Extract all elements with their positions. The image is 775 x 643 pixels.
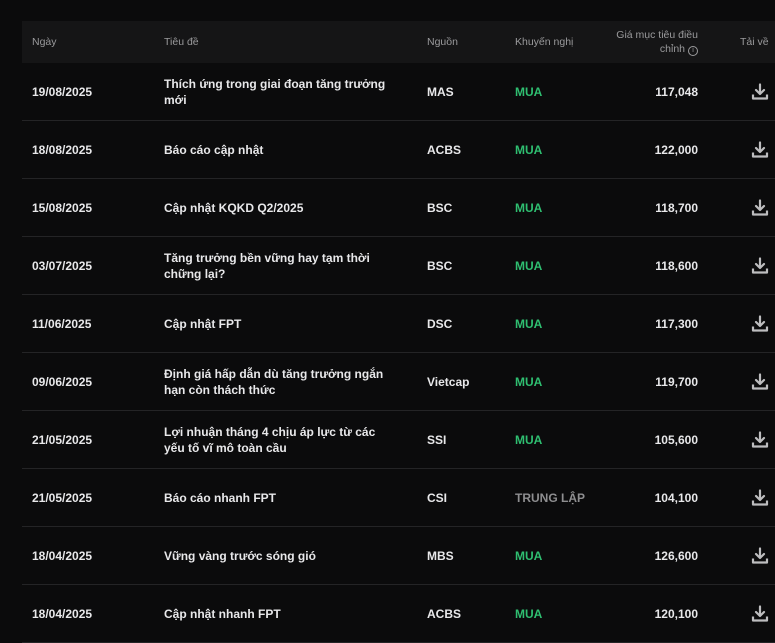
download-icon [751, 430, 769, 448]
recommendation-badge: MUA [515, 606, 543, 621]
download-icon [751, 546, 769, 564]
report-source: BSC [427, 200, 453, 215]
recommendation-badge: MUA [515, 432, 543, 447]
download-button[interactable] [750, 179, 770, 236]
download-button[interactable] [750, 527, 770, 584]
table-row[interactable]: 18/08/2025 Báo cáo cập nhật ACBS MUA 122… [22, 121, 775, 179]
table-row[interactable]: 03/07/2025 Tăng trưởng bền vững hay tạm … [22, 237, 775, 295]
download-button[interactable] [750, 469, 770, 526]
recommendation-badge: MUA [515, 200, 543, 215]
target-price: 105,600 [654, 432, 698, 447]
download-icon [751, 82, 769, 100]
report-source: MBS [427, 548, 454, 563]
report-date: 18/08/2025 [32, 142, 93, 157]
header-date[interactable]: Ngày [32, 21, 57, 63]
target-price: 126,600 [654, 548, 698, 563]
report-source: BSC [427, 258, 453, 273]
report-date: 03/07/2025 [32, 258, 93, 273]
table-row[interactable]: 18/04/2025 Vững vàng trước sóng gió MBS … [22, 527, 775, 585]
table-row[interactable]: 09/06/2025 Định giá hấp dẫn dù tăng trưở… [22, 353, 775, 411]
target-price: 118,600 [655, 258, 698, 273]
target-price: 122,000 [654, 142, 698, 157]
recommendation-badge: MUA [515, 84, 543, 99]
report-title[interactable]: Báo cáo nhanh FPT [164, 469, 399, 526]
target-price: 117,300 [655, 316, 698, 331]
recommendation-badge: MUA [515, 548, 543, 563]
target-price: 120,100 [654, 606, 698, 621]
table-header: Ngày Tiêu đề Nguồn Khuyến nghị Giá mục t… [22, 21, 775, 63]
header-target-price-line1: Giá mục tiêu điều [616, 29, 698, 41]
download-icon [751, 140, 769, 158]
report-source: ACBS [427, 606, 462, 621]
table-row[interactable]: 19/08/2025 Thích ứng trong giai đoạn tăn… [22, 63, 775, 121]
download-icon [751, 198, 769, 216]
download-button[interactable] [750, 295, 770, 352]
header-download: Tải về [740, 36, 769, 48]
report-title[interactable]: Tăng trưởng bền vững hay tạm thời chững … [164, 237, 399, 294]
research-reports-table: Ngày Tiêu đề Nguồn Khuyến nghị Giá mục t… [22, 21, 775, 643]
recommendation-badge: MUA [515, 374, 543, 389]
table-body: 19/08/2025 Thích ứng trong giai đoạn tăn… [22, 63, 775, 643]
report-source: CSI [427, 490, 448, 505]
target-price: 119,700 [655, 374, 698, 389]
report-date: 15/08/2025 [32, 200, 93, 215]
report-title[interactable]: Cập nhật KQKD Q2/2025 [164, 179, 399, 236]
header-title[interactable]: Tiêu đề [164, 21, 199, 63]
table-row[interactable]: 18/04/2025 Cập nhật nhanh FPT ACBS MUA 1… [22, 585, 775, 643]
download-button[interactable] [750, 585, 770, 642]
download-icon [751, 314, 769, 332]
report-date: 09/06/2025 [32, 374, 93, 389]
header-recommendation[interactable]: Khuyến nghị [515, 21, 573, 63]
report-title[interactable]: Thích ứng trong giai đoạn tăng trưởng mớ… [164, 63, 399, 120]
report-source: SSI [427, 432, 447, 447]
report-title[interactable]: Lợi nhuận tháng 4 chịu áp lực từ các yếu… [164, 411, 399, 468]
download-button[interactable] [750, 353, 770, 410]
table-row[interactable]: 21/05/2025 Báo cáo nhanh FPT CSI TRUNG L… [22, 469, 775, 527]
recommendation-badge: MUA [515, 316, 543, 331]
report-source: ACBS [427, 142, 462, 157]
table-row[interactable]: 11/06/2025 Cập nhật FPT DSC MUA 117,300 [22, 295, 775, 353]
table-row[interactable]: 15/08/2025 Cập nhật KQKD Q2/2025 BSC MUA… [22, 179, 775, 237]
report-title[interactable]: Cập nhật FPT [164, 295, 399, 352]
target-price: 118,700 [655, 200, 698, 215]
info-icon[interactable]: i [688, 46, 698, 56]
download-button[interactable] [750, 411, 770, 468]
header-source[interactable]: Nguồn [427, 21, 458, 63]
header-target-price-line2: chỉnh [659, 43, 685, 55]
table-row[interactable]: 21/05/2025 Lợi nhuận tháng 4 chịu áp lực… [22, 411, 775, 469]
report-date: 19/08/2025 [32, 84, 93, 99]
download-icon [751, 488, 769, 506]
download-icon [751, 372, 769, 390]
report-source: Vietcap [427, 374, 470, 389]
report-source: DSC [427, 316, 453, 331]
target-price: 117,048 [655, 84, 698, 99]
recommendation-badge: MUA [515, 258, 543, 273]
report-title[interactable]: Định giá hấp dẫn dù tăng trưởng ngắn hạn… [164, 353, 399, 410]
report-date: 11/06/2025 [32, 316, 92, 331]
report-title[interactable]: Báo cáo cập nhật [164, 121, 399, 178]
report-date: 18/04/2025 [32, 548, 93, 563]
report-title[interactable]: Vững vàng trước sóng gió [164, 527, 399, 584]
report-date: 21/05/2025 [32, 490, 93, 505]
target-price: 104,100 [654, 490, 698, 505]
recommendation-badge: TRUNG LẬP [515, 490, 585, 505]
download-button[interactable] [750, 121, 770, 178]
header-target-price[interactable]: Giá mục tiêu điều chỉnh i [582, 21, 698, 63]
report-date: 21/05/2025 [32, 432, 93, 447]
report-source: MAS [427, 84, 454, 99]
download-icon [751, 256, 769, 274]
recommendation-badge: MUA [515, 142, 543, 157]
download-button[interactable] [750, 237, 770, 294]
download-button[interactable] [750, 63, 770, 120]
report-title[interactable]: Cập nhật nhanh FPT [164, 585, 399, 642]
download-icon [751, 604, 769, 622]
report-date: 18/04/2025 [32, 606, 93, 621]
